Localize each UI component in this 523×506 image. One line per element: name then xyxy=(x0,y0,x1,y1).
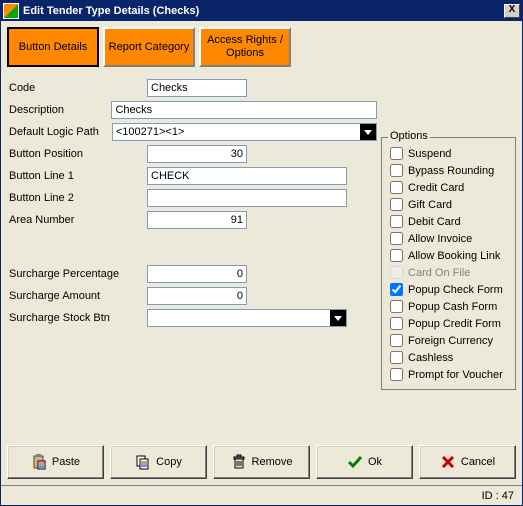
option-checkbox[interactable] xyxy=(390,215,403,228)
copy-icon xyxy=(135,454,151,470)
default-logic-path-combo[interactable]: <100271><1> xyxy=(112,123,377,141)
label-surcharge-percentage: Surcharge Percentage xyxy=(7,268,147,280)
option-checkbox[interactable] xyxy=(390,198,403,211)
option-checkbox[interactable] xyxy=(390,283,403,296)
surcharge-stock-btn-combo[interactable] xyxy=(147,309,347,327)
option-label: Foreign Currency xyxy=(408,335,493,347)
option-label: Allow Invoice xyxy=(408,233,472,245)
x-icon xyxy=(440,454,456,470)
option-row[interactable]: Allow Booking Link xyxy=(390,247,507,264)
option-label: Popup Credit Form xyxy=(408,318,501,330)
label-surcharge-amount: Surcharge Amount xyxy=(7,290,147,302)
option-checkbox[interactable] xyxy=(390,334,403,347)
option-label: Card On File xyxy=(408,267,470,279)
option-label: Allow Booking Link xyxy=(408,250,500,262)
titlebar: Edit Tender Type Details (Checks) X xyxy=(1,1,522,21)
window: Edit Tender Type Details (Checks) X Butt… xyxy=(0,0,523,506)
ok-label: Ok xyxy=(368,456,382,468)
option-checkbox[interactable] xyxy=(390,147,403,160)
content: Code Description Default Logic Path <100… xyxy=(7,77,516,439)
option-label: Credit Card xyxy=(408,182,464,194)
option-label: Debit Card xyxy=(408,216,461,228)
option-row: Card On File xyxy=(390,264,507,281)
tab-button-details[interactable]: Button Details xyxy=(7,27,99,67)
form-grid: Code Description Default Logic Path <100… xyxy=(7,77,377,329)
surcharge-stock-btn-value xyxy=(148,310,330,326)
option-row[interactable]: Bypass Rounding xyxy=(390,162,507,179)
paste-icon xyxy=(31,454,47,470)
label-description: Description xyxy=(7,104,111,116)
option-label: Popup Cash Form xyxy=(408,301,497,313)
button-position-input[interactable] xyxy=(147,145,247,163)
option-row[interactable]: Cashless xyxy=(390,349,507,366)
tab-bar: Button Details Report Category Access Ri… xyxy=(7,27,516,67)
window-title: Edit Tender Type Details (Checks) xyxy=(23,5,504,17)
label-code: Code xyxy=(7,82,147,94)
option-checkbox[interactable] xyxy=(390,317,403,330)
check-icon xyxy=(347,454,363,470)
option-row[interactable]: Popup Credit Form xyxy=(390,315,507,332)
option-label: Cashless xyxy=(408,352,453,364)
client-area: Button Details Report Category Access Ri… xyxy=(1,21,522,485)
surcharge-amount-input[interactable] xyxy=(147,287,247,305)
button-line1-input[interactable] xyxy=(147,167,347,185)
option-label: Gift Card xyxy=(408,199,452,211)
label-button-position: Button Position xyxy=(7,148,147,160)
option-checkbox[interactable] xyxy=(390,164,403,177)
option-checkbox[interactable] xyxy=(390,368,403,381)
label-default-logic-path: Default Logic Path xyxy=(7,126,112,138)
app-icon xyxy=(3,3,19,19)
button-line2-input[interactable] xyxy=(147,189,347,207)
option-checkbox[interactable] xyxy=(390,351,403,364)
surcharge-percentage-input[interactable] xyxy=(147,265,247,283)
options-legend: Options xyxy=(388,130,430,142)
label-button-line1: Button Line 1 xyxy=(7,170,147,182)
option-row[interactable]: Popup Check Form xyxy=(390,281,507,298)
option-checkbox[interactable] xyxy=(390,232,403,245)
option-label: Prompt for Voucher xyxy=(408,369,503,381)
option-row[interactable]: Prompt for Voucher xyxy=(390,366,507,383)
label-area-number: Area Number xyxy=(7,214,147,226)
close-button[interactable]: X xyxy=(504,4,520,18)
status-id: ID : 47 xyxy=(482,490,514,502)
dropdown-icon[interactable] xyxy=(330,310,346,326)
option-checkbox[interactable] xyxy=(390,181,403,194)
copy-label: Copy xyxy=(156,456,182,468)
cancel-button[interactable]: Cancel xyxy=(419,445,516,479)
option-row[interactable]: Allow Invoice xyxy=(390,230,507,247)
label-surcharge-stock-btn: Surcharge Stock Btn xyxy=(7,312,147,324)
paste-label: Paste xyxy=(52,456,80,468)
label-button-line2: Button Line 2 xyxy=(7,192,147,204)
option-row[interactable]: Foreign Currency xyxy=(390,332,507,349)
paste-button[interactable]: Paste xyxy=(7,445,104,479)
option-checkbox xyxy=(390,266,403,279)
cancel-label: Cancel xyxy=(461,456,495,468)
option-checkbox[interactable] xyxy=(390,249,403,262)
option-checkbox[interactable] xyxy=(390,300,403,313)
button-row: Paste Copy Remove Ok Cancel xyxy=(7,439,516,479)
option-row[interactable]: Debit Card xyxy=(390,213,507,230)
option-row[interactable]: Gift Card xyxy=(390,196,507,213)
tab-report-category[interactable]: Report Category xyxy=(103,27,195,67)
code-input[interactable] xyxy=(147,79,247,97)
remove-label: Remove xyxy=(252,456,293,468)
option-label: Bypass Rounding xyxy=(408,165,494,177)
area-number-input[interactable] xyxy=(147,211,247,229)
tab-access-rights[interactable]: Access Rights / Options xyxy=(199,27,291,67)
description-input[interactable] xyxy=(111,101,377,119)
options-group: Options SuspendBypass RoundingCredit Car… xyxy=(381,137,516,390)
trash-icon xyxy=(231,454,247,470)
option-label: Suspend xyxy=(408,148,451,160)
option-row[interactable]: Suspend xyxy=(390,145,507,162)
option-row[interactable]: Popup Cash Form xyxy=(390,298,507,315)
default-logic-path-value: <100271><1> xyxy=(113,124,360,140)
remove-button[interactable]: Remove xyxy=(213,445,310,479)
statusbar: ID : 47 xyxy=(1,485,522,505)
ok-button[interactable]: Ok xyxy=(316,445,413,479)
option-row[interactable]: Credit Card xyxy=(390,179,507,196)
copy-button[interactable]: Copy xyxy=(110,445,207,479)
option-label: Popup Check Form xyxy=(408,284,503,296)
dropdown-icon[interactable] xyxy=(360,124,376,140)
